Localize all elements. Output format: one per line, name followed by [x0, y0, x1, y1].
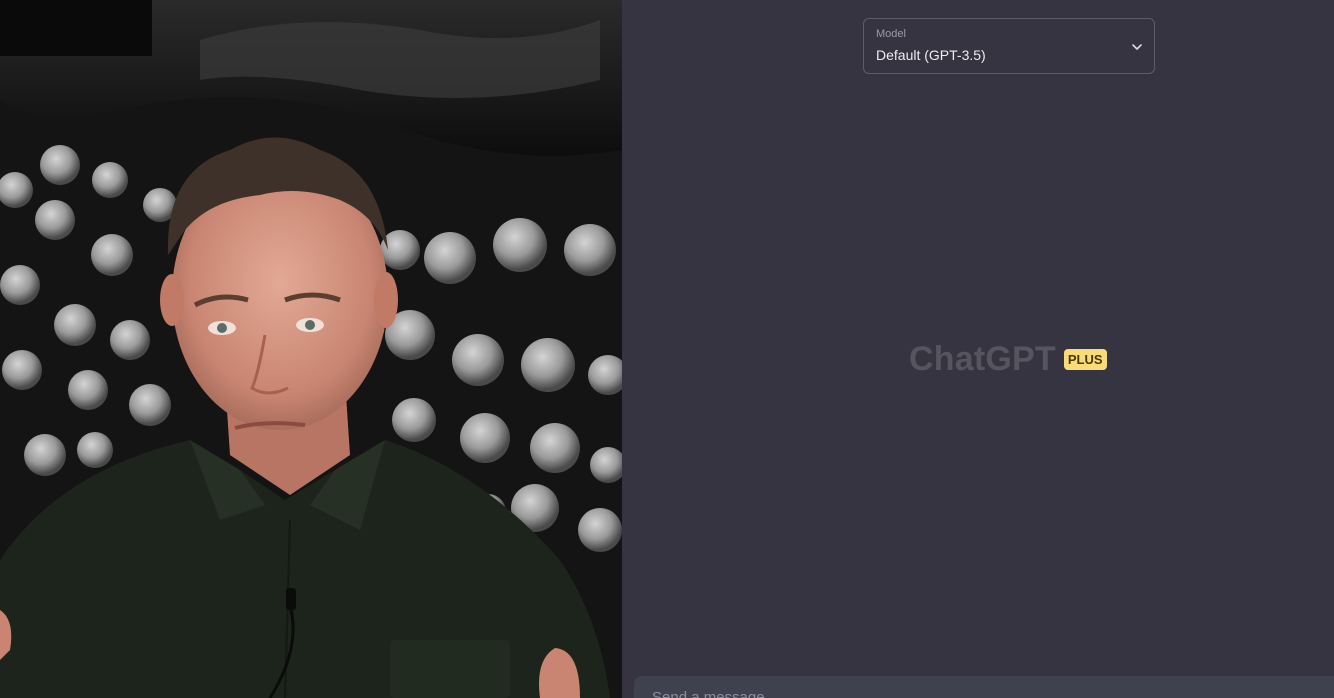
screen: Model Default (GPT-3.5) ChatGPT PLUS: [0, 0, 1334, 698]
message-input[interactable]: [650, 688, 1254, 698]
presenter-video-frame: [0, 0, 622, 698]
brand-title: ChatGPT: [909, 340, 1056, 378]
plus-badge: PLUS: [1063, 349, 1107, 370]
brand-heading: ChatGPT PLUS: [909, 340, 1107, 379]
model-selector-value: Default (GPT-3.5): [876, 47, 986, 63]
chat-app: Model Default (GPT-3.5) ChatGPT PLUS: [622, 0, 1334, 698]
model-selector-caption: Model: [876, 28, 906, 40]
model-selector[interactable]: Model Default (GPT-3.5): [863, 18, 1155, 74]
chevron-down-icon: [1132, 44, 1142, 50]
message-composer: [634, 676, 1334, 698]
presenter-video: [0, 0, 622, 698]
